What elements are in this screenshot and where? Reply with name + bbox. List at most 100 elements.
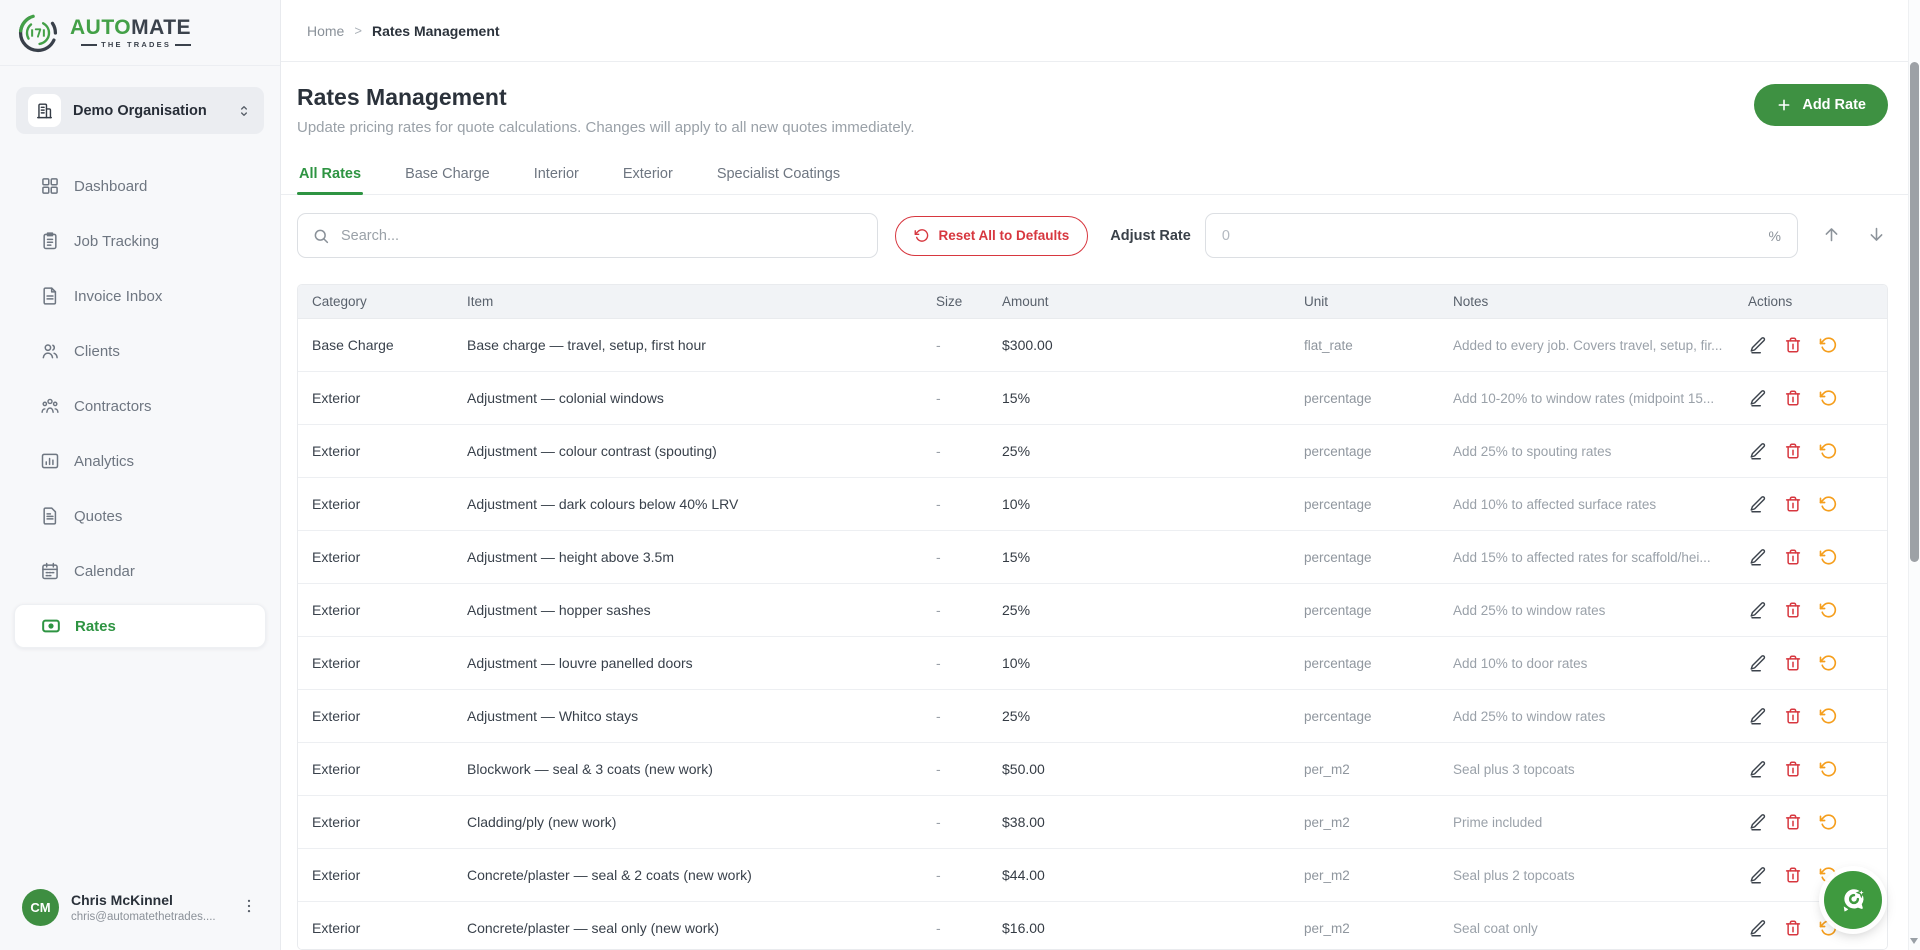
contractors-icon [40, 396, 60, 416]
cell-item: Blockwork — seal & 3 coats (new work) [453, 761, 922, 777]
sidebar-item-invoice-inbox[interactable]: Invoice Inbox [14, 274, 266, 318]
reset-icon [1819, 813, 1837, 831]
cell-item: Concrete/plaster — seal & 2 coats (new w… [453, 867, 922, 883]
app-window: AUTOMATE THE TRADES Demo Organisation Da… [0, 0, 1920, 950]
user-profile: CM Chris McKinnel chris@automatethetrade… [0, 873, 280, 950]
pencil-icon [1749, 919, 1767, 937]
delete-rate-button[interactable] [1783, 812, 1803, 832]
user-menu-button[interactable] [236, 893, 262, 922]
edit-rate-button[interactable] [1748, 706, 1768, 726]
edit-rate-button[interactable] [1748, 812, 1768, 832]
edit-rate-button[interactable] [1748, 600, 1768, 620]
cell-unit: per_m2 [1290, 868, 1439, 883]
delete-rate-button[interactable] [1783, 388, 1803, 408]
cell-item: Adjustment — colour contrast (spouting) [453, 443, 922, 459]
scrollbar-thumb[interactable] [1910, 62, 1919, 562]
sidebar-item-job-tracking[interactable]: Job Tracking [14, 219, 266, 263]
edit-rate-button[interactable] [1748, 759, 1768, 779]
tab-specialist-coatings[interactable]: Specialist Coatings [715, 156, 842, 194]
edit-rate-button[interactable] [1748, 494, 1768, 514]
trash-icon [1784, 919, 1802, 937]
edit-rate-button[interactable] [1748, 547, 1768, 567]
delete-rate-button[interactable] [1783, 547, 1803, 567]
add-rate-button[interactable]: Add Rate [1754, 84, 1888, 126]
cell-notes: Prime included [1439, 815, 1734, 830]
reset-icon [914, 228, 929, 243]
cell-item: Adjustment — louvre panelled doors [453, 655, 922, 671]
delete-rate-button[interactable] [1783, 653, 1803, 673]
trash-icon [1784, 813, 1802, 831]
reset-rate-button[interactable] [1818, 653, 1838, 673]
sidebar-item-analytics[interactable]: Analytics [14, 439, 266, 483]
delete-rate-button[interactable] [1783, 759, 1803, 779]
tab-exterior[interactable]: Exterior [621, 156, 675, 194]
delete-rate-button[interactable] [1783, 865, 1803, 885]
tab-base-charge[interactable]: Base Charge [403, 156, 492, 194]
scroll-down-arrow-icon[interactable] [1910, 936, 1919, 946]
delete-rate-button[interactable] [1783, 918, 1803, 938]
search-icon [312, 227, 330, 245]
adjust-rate-up-button[interactable] [1820, 223, 1843, 249]
delete-rate-button[interactable] [1783, 600, 1803, 620]
organisation-selector[interactable]: Demo Organisation [16, 87, 264, 134]
cell-category: Exterior [298, 602, 453, 618]
sidebar-item-contractors[interactable]: Contractors [14, 384, 266, 428]
pencil-icon [1749, 707, 1767, 725]
adjust-rate-input[interactable] [1222, 228, 1769, 244]
tab-interior[interactable]: Interior [532, 156, 581, 194]
edit-rate-button[interactable] [1748, 918, 1768, 938]
cell-notes: Add 10-20% to window rates (midpoint 15.… [1439, 391, 1734, 406]
breadcrumb-home[interactable]: Home [307, 23, 344, 39]
sidebar-item-rates[interactable]: Rates [14, 604, 266, 648]
column-header-actions: Actions [1734, 294, 1887, 309]
cell-amount: 15% [988, 390, 1290, 406]
breadcrumb-current: Rates Management [372, 23, 500, 39]
reset-rate-button[interactable] [1818, 812, 1838, 832]
pencil-icon [1749, 601, 1767, 619]
cell-item: Adjustment — colonial windows [453, 390, 922, 406]
sidebar-item-clients[interactable]: Clients [14, 329, 266, 373]
edit-rate-button[interactable] [1748, 653, 1768, 673]
cell-notes: Added to every job. Covers travel, setup… [1439, 338, 1734, 353]
sidebar-item-dashboard[interactable]: Dashboard [14, 164, 266, 208]
cell-notes: Add 10% to door rates [1439, 656, 1734, 671]
edit-rate-button[interactable] [1748, 865, 1768, 885]
user-name: Chris McKinnel [71, 892, 224, 908]
sidebar-item-quotes[interactable]: Quotes [14, 494, 266, 538]
cell-notes: Add 15% to affected rates for scaffold/h… [1439, 550, 1734, 565]
delete-rate-button[interactable] [1783, 706, 1803, 726]
chat-assistant-button[interactable] [1824, 871, 1882, 929]
delete-rate-button[interactable] [1783, 335, 1803, 355]
cell-item: Adjustment — hopper sashes [453, 602, 922, 618]
tab-all-rates[interactable]: All Rates [297, 156, 363, 194]
cell-size: - [922, 337, 988, 353]
reset-all-defaults-button[interactable]: Reset All to Defaults [895, 216, 1088, 256]
arrow-up-icon [1822, 225, 1841, 244]
reset-rate-button[interactable] [1818, 335, 1838, 355]
reset-rate-button[interactable] [1818, 388, 1838, 408]
reset-rate-button[interactable] [1818, 759, 1838, 779]
adjust-rate-down-button[interactable] [1865, 223, 1888, 249]
cell-size: - [922, 549, 988, 565]
reset-rate-button[interactable] [1818, 494, 1838, 514]
reset-rate-button[interactable] [1818, 706, 1838, 726]
page-title: Rates Management [297, 84, 915, 110]
invoice-icon [40, 286, 60, 306]
delete-rate-button[interactable] [1783, 441, 1803, 461]
trash-icon [1784, 495, 1802, 513]
reset-rate-button[interactable] [1818, 441, 1838, 461]
cell-unit: per_m2 [1290, 921, 1439, 936]
edit-rate-button[interactable] [1748, 388, 1768, 408]
edit-rate-button[interactable] [1748, 441, 1768, 461]
column-header-unit: Unit [1290, 294, 1439, 309]
reset-rate-button[interactable] [1818, 547, 1838, 567]
reset-rate-button[interactable] [1818, 600, 1838, 620]
quotes-icon [40, 506, 60, 526]
delete-rate-button[interactable] [1783, 494, 1803, 514]
edit-rate-button[interactable] [1748, 335, 1768, 355]
sidebar-item-calendar[interactable]: Calendar [14, 549, 266, 593]
table-row: Exterior Blockwork — seal & 3 coats (new… [298, 743, 1887, 796]
cell-category: Exterior [298, 443, 453, 459]
cell-item: Adjustment — Whitco stays [453, 708, 922, 724]
search-input[interactable] [341, 228, 863, 244]
